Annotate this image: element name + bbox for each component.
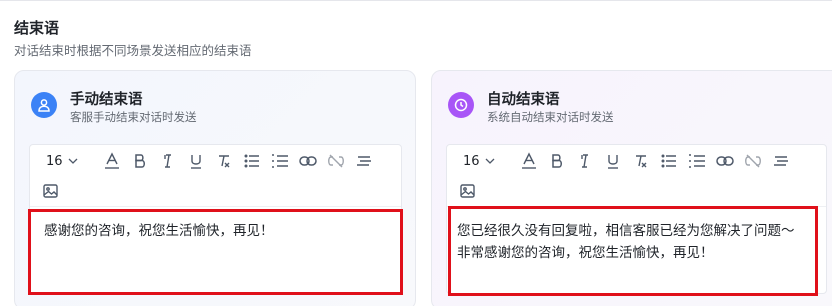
image-icon[interactable]	[40, 180, 60, 202]
section-description: 对话结束时根据不同场景发送相应的结束语	[14, 43, 252, 58]
rich-text-editor: 16	[29, 144, 402, 294]
font-color-icon[interactable]	[515, 150, 543, 172]
image-icon[interactable]	[457, 180, 477, 202]
editor-content[interactable]: 您已经很久没有回复啦，相信客服已经为您解决了问题～ 非常感谢您的咨询，祝您生活愉…	[457, 220, 816, 264]
unlink-icon[interactable]	[739, 150, 767, 172]
font-size-value: 16	[46, 153, 63, 169]
clock-icon	[448, 92, 474, 118]
bullet-list-icon[interactable]	[238, 150, 266, 172]
align-icon[interactable]	[767, 150, 795, 172]
bullet-list-icon[interactable]	[655, 150, 683, 172]
bold-icon[interactable]	[543, 150, 571, 172]
card-title: 自动结束语	[487, 92, 560, 108]
manual-closing-card: 手动结束语 客服手动结束对话时发送 16 感谢您的咨询，祝您生活愉快，再见！	[14, 70, 416, 306]
font-size-select[interactable]: 16	[463, 154, 515, 169]
card-subtitle: 客服手动结束对话时发送	[70, 110, 197, 124]
card-title: 手动结束语	[70, 92, 143, 108]
card-subtitle: 系统自动结束对话时发送	[487, 110, 614, 124]
auto-closing-card: 自动结束语 系统自动结束对话时发送 16 您已经很久没有回复啦，相信客服已经为您…	[431, 70, 832, 306]
top-divider	[0, 0, 832, 1]
chevron-down-icon	[485, 154, 495, 169]
clear-format-icon[interactable]	[627, 150, 655, 172]
clear-format-icon[interactable]	[210, 150, 238, 172]
font-color-icon[interactable]	[98, 150, 126, 172]
content-line: 感谢您的咨询，祝您生活愉快，再见！	[44, 223, 274, 239]
numbered-list-icon[interactable]	[266, 150, 294, 172]
editor-content[interactable]: 感谢您的咨询，祝您生活愉快，再见！	[44, 220, 391, 242]
italic-icon[interactable]	[154, 150, 182, 172]
rich-text-editor: 16	[446, 144, 827, 294]
numbered-list-icon[interactable]	[683, 150, 711, 172]
user-icon	[31, 92, 57, 118]
align-icon[interactable]	[350, 150, 378, 172]
bold-icon[interactable]	[126, 150, 154, 172]
link-icon[interactable]	[711, 150, 739, 172]
unlink-icon[interactable]	[322, 150, 350, 172]
underline-icon[interactable]	[182, 150, 210, 172]
editor-toolbar: 16	[447, 145, 826, 207]
chevron-down-icon	[68, 154, 78, 169]
content-line: 非常感谢您的咨询，祝您生活愉快，再见！	[457, 245, 714, 261]
editor-toolbar: 16	[30, 145, 401, 207]
content-line: 您已经很久没有回复啦，相信客服已经为您解决了问题～	[457, 223, 795, 239]
link-icon[interactable]	[294, 150, 322, 172]
font-size-select[interactable]: 16	[46, 154, 98, 169]
section-title: 结束语	[14, 19, 60, 37]
italic-icon[interactable]	[571, 150, 599, 172]
font-size-value: 16	[463, 153, 480, 169]
underline-icon[interactable]	[599, 150, 627, 172]
